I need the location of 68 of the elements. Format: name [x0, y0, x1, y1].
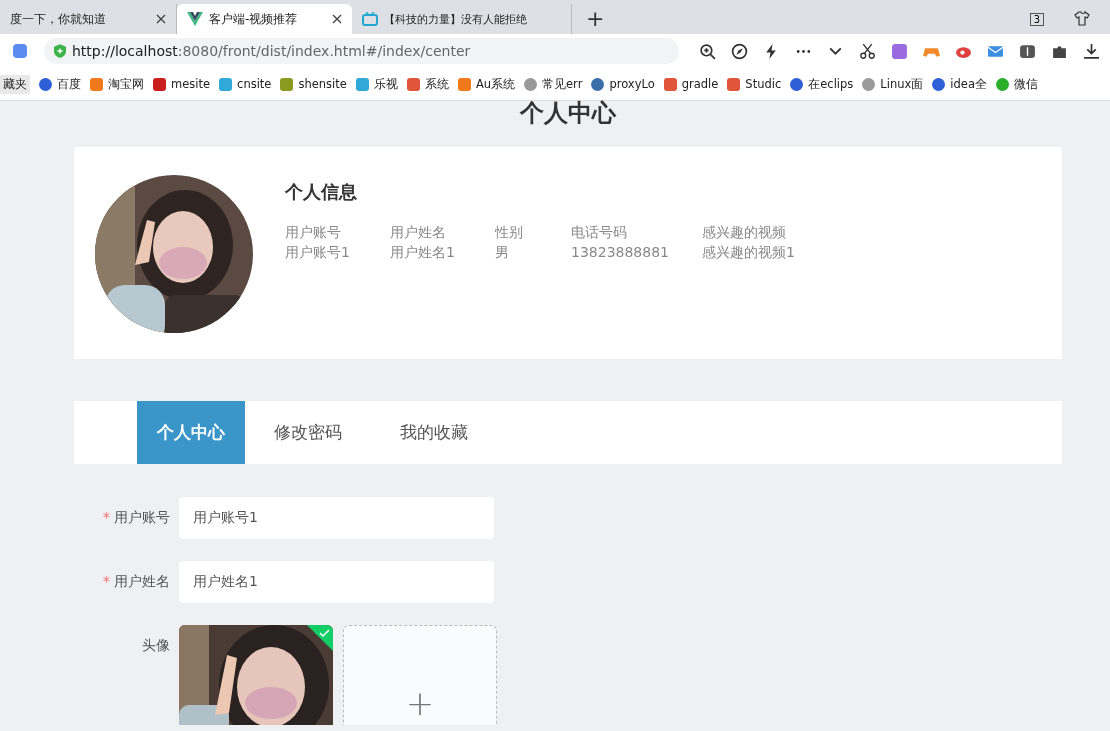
scissors-icon[interactable]	[859, 42, 876, 60]
close-icon[interactable]	[156, 14, 166, 24]
bookmark[interactable]: proxyLo	[591, 77, 655, 91]
bookmark-icon	[524, 77, 538, 91]
bookmark-icon	[663, 77, 677, 91]
bookmark-icon	[727, 77, 741, 91]
close-icon[interactable]	[332, 14, 342, 24]
field-label: 性别	[495, 224, 524, 242]
field-value: 用户姓名1	[390, 244, 456, 262]
bookmark-icon	[219, 77, 233, 91]
field-label: 感兴趣的视频	[702, 224, 787, 242]
section-heading: 个人信息	[285, 180, 358, 204]
shirt-icon[interactable]	[1074, 10, 1090, 26]
bookmark-icon	[355, 77, 369, 91]
bookmark-icon	[39, 77, 52, 91]
tab[interactable]: 修改密码	[245, 401, 371, 464]
bookmark[interactable]: Linux面	[862, 76, 924, 92]
field-label: 电话号码	[571, 224, 628, 242]
input-field[interactable]: 用户账号1	[179, 497, 494, 539]
bookmark[interactable]: Au系统	[457, 76, 516, 92]
bookmark-icon	[932, 77, 946, 91]
bookmark[interactable]: 淘宝网	[90, 76, 144, 92]
browser-tab[interactable]: 客户端-视频推荐	[177, 4, 352, 34]
bookmark-icon	[406, 77, 420, 91]
bookmark[interactable]: 藏夹	[0, 74, 30, 94]
bookmark[interactable]: gradle	[663, 77, 719, 91]
field-value: 男	[495, 244, 510, 262]
upload-button[interactable]: +	[343, 625, 497, 725]
field-value: 感兴趣的视频1	[702, 244, 795, 262]
tab-count[interactable]: 3	[1029, 13, 1044, 26]
bookmark[interactable]: 微信	[996, 76, 1038, 92]
field-label: * 用户账号	[102, 509, 170, 527]
bookmark-icon	[862, 77, 876, 91]
input-field[interactable]: 用户姓名1	[179, 561, 494, 603]
new-tab-button[interactable]: +	[580, 6, 611, 31]
compass-icon[interactable]	[731, 42, 748, 60]
field-label: 用户姓名	[390, 224, 447, 242]
field-label: 头像	[141, 636, 170, 655]
tab[interactable]: 我的收藏	[371, 401, 497, 464]
address-field[interactable]: http://localhost:8080/front/dist/index.html#/index/center	[44, 38, 679, 64]
bookmark[interactable]: shensite	[280, 77, 347, 91]
bookmark[interactable]: 百度	[39, 76, 81, 92]
page-title: 个人中心	[518, 98, 617, 129]
shield-icon	[54, 44, 66, 58]
download-icon[interactable]	[1083, 42, 1100, 60]
bookmark[interactable]: 乐视	[355, 76, 398, 92]
bookmark-icon	[790, 77, 804, 91]
bookmark-icon	[280, 77, 294, 91]
field-label: * 用户姓名	[102, 573, 170, 591]
tv-icon	[362, 12, 378, 26]
bookmark[interactable]: cnsite	[219, 77, 272, 91]
bookmark[interactable]: 在eclips	[790, 76, 854, 92]
bookmark-icon	[90, 77, 103, 91]
book-icon[interactable]	[1019, 42, 1036, 60]
bookmark-icon	[153, 77, 166, 91]
bookmark-icon	[591, 77, 605, 91]
zoom-icon[interactable]	[699, 42, 716, 60]
field-value: 13823888881	[571, 244, 670, 260]
bookmark-icon	[996, 77, 1009, 91]
bookmark[interactable]: 系统	[406, 76, 449, 92]
bookmark-icon	[457, 77, 471, 91]
field-value: 用户账号1	[285, 244, 351, 262]
bookmark[interactable]: Studic	[727, 77, 782, 91]
bookmark[interactable]: idea全	[932, 76, 987, 92]
bookmark[interactable]: mesite	[153, 77, 211, 91]
bookmark[interactable]: 常见err	[524, 76, 583, 92]
v-logo-icon	[187, 12, 203, 26]
field-label: 用户账号	[285, 224, 342, 242]
